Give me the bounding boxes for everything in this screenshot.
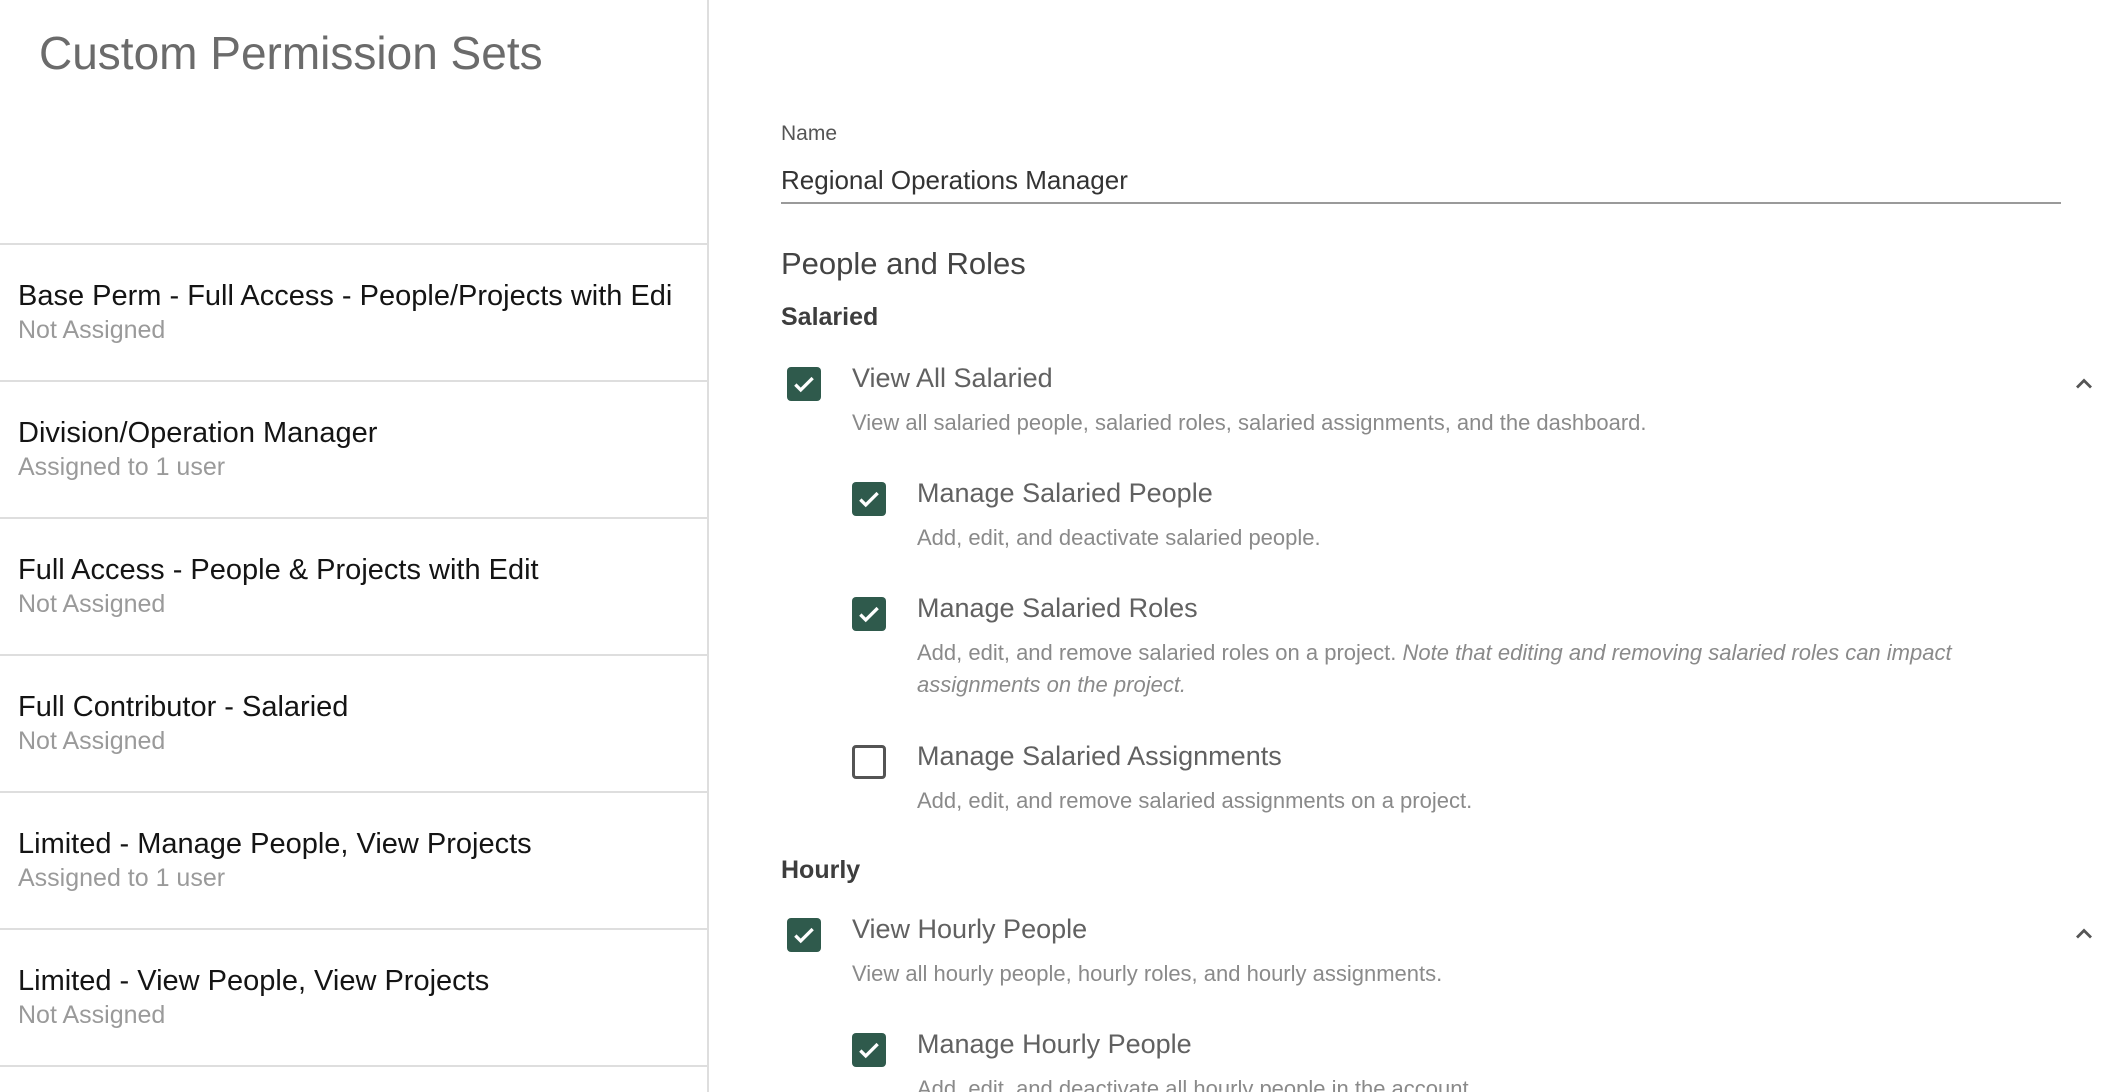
section-title-people-and-roles: People and Roles [781, 246, 1026, 281]
permission-set-item[interactable]: Division/Operation Manager Assigned to 1… [0, 382, 707, 519]
permission-set-item[interactable]: Limited - Manage People, View Projects A… [0, 793, 707, 930]
permission-set-name: Full Contributor - Salaried [18, 691, 349, 723]
chevron-up-icon [2076, 378, 2092, 389]
app: Custom Permission Sets Base Perm - Full … [0, 0, 2122, 1092]
permission-description: Add, edit, and remove salaried roles on … [917, 637, 1967, 701]
group-title-salaried: Salaried [781, 303, 879, 331]
permission-label: View All Salaried [852, 363, 1053, 393]
permission-set-name: Full Access - People & Projects with Edi… [18, 554, 539, 586]
permission-set-item[interactable]: Limited - View People, View Projects Not… [0, 930, 707, 1067]
manage-hourly-people-checkbox[interactable] [852, 1033, 886, 1067]
permission-description: Add, edit, and deactivate all hourly peo… [917, 1076, 1475, 1092]
permission-label: Manage Hourly People [917, 1029, 1192, 1059]
chevron-up-icon [2076, 928, 2092, 939]
permission-set-status: Not Assigned [18, 316, 166, 344]
permission-label: View Hourly People [852, 914, 1088, 944]
check-icon [859, 491, 879, 508]
view-all-salaried-checkbox[interactable] [787, 367, 821, 401]
permission-set-editor: Name People and Roles Salaried View All … [711, 0, 2122, 1092]
permission-description-text: Add, edit, and remove salaried roles on … [917, 640, 1403, 665]
permission-set-name: Division/Operation Manager [18, 417, 378, 449]
collapse-salaried-button[interactable] [2064, 364, 2104, 404]
permission-set-item[interactable]: Full Access - People & Projects with Edi… [0, 519, 707, 656]
manage-salaried-assignments-checkbox[interactable] [852, 745, 886, 779]
permission-description: View all hourly people, hourly roles, an… [852, 961, 1443, 986]
permission-set-item[interactable]: Full Contributor - Salaried Not Assigned [0, 656, 707, 793]
permission-set-status: Not Assigned [18, 1001, 166, 1029]
permission-set-status: Assigned to 1 user [18, 864, 226, 892]
manage-salaried-people-checkbox[interactable] [852, 482, 886, 516]
check-icon [794, 376, 814, 393]
permission-label: Manage Salaried People [917, 478, 1213, 508]
permission-set-status: Not Assigned [18, 727, 166, 755]
permission-set-status: Not Assigned [18, 590, 166, 618]
permission-set-item[interactable]: Base Perm - Full Access - People/Project… [0, 245, 707, 382]
permission-set-name: Base Perm - Full Access - People/Project… [18, 280, 673, 312]
permission-description: View all salaried people, salaried roles… [852, 410, 1647, 435]
group-title-hourly: Hourly [781, 856, 861, 884]
check-icon [859, 1042, 879, 1059]
collapse-hourly-button[interactable] [2064, 914, 2104, 954]
name-label: Name [781, 122, 838, 145]
permission-sets-sidebar: Custom Permission Sets Base Perm - Full … [0, 0, 709, 1092]
manage-salaried-roles-checkbox[interactable] [852, 597, 886, 631]
permission-description: Add, edit, and remove salaried assignmen… [917, 788, 1473, 813]
permission-label: Manage Salaried Assignments [917, 741, 1282, 771]
permission-set-name: Limited - Manage People, View Projects [18, 828, 532, 860]
permission-set-list: Base Perm - Full Access - People/Project… [0, 243, 707, 1067]
page-title: Custom Permission Sets [39, 27, 543, 79]
permission-label: Manage Salaried Roles [917, 593, 1198, 623]
check-icon [794, 927, 814, 944]
view-hourly-people-checkbox[interactable] [787, 918, 821, 952]
permission-set-status: Assigned to 1 user [18, 453, 226, 481]
permission-description: Add, edit, and deactivate salaried peopl… [917, 525, 1321, 550]
check-icon [859, 606, 879, 623]
permission-set-name: Limited - View People, View Projects [18, 965, 490, 997]
name-field[interactable] [781, 158, 2061, 204]
